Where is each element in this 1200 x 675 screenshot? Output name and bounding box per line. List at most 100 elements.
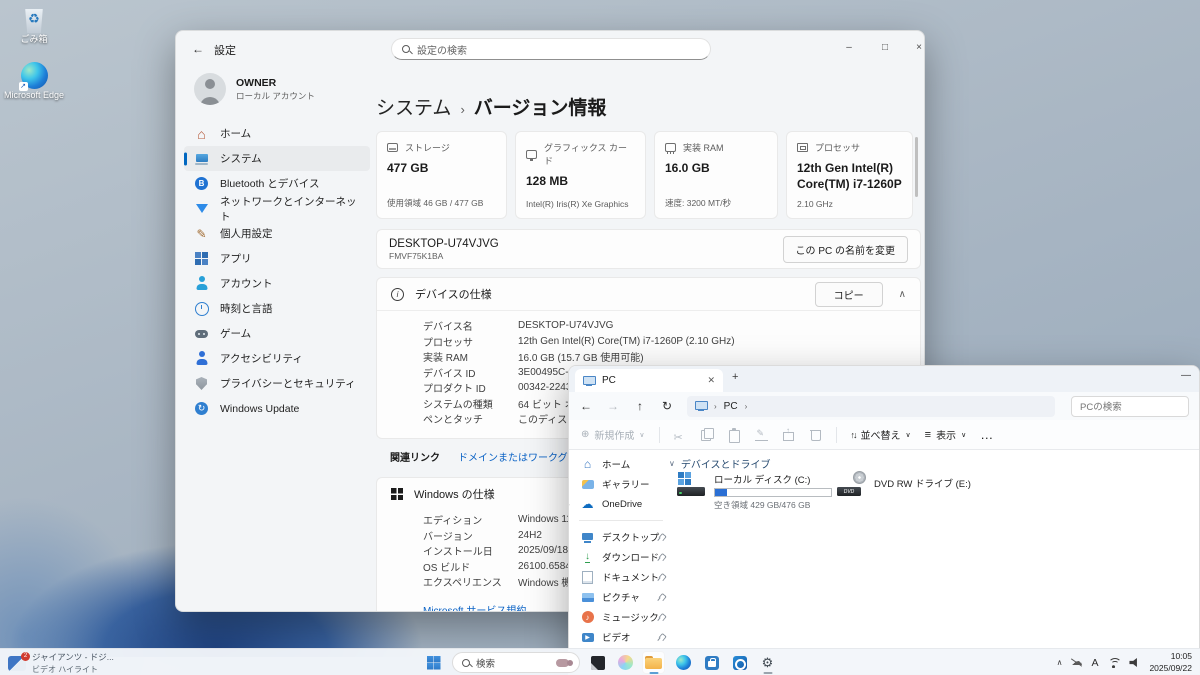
card-gpu: グラフィックス カード 128 MB Intel(R) Iris(R) Xe G… xyxy=(515,131,646,219)
hidden-icons-chevron[interactable]: ∧ xyxy=(1057,658,1063,667)
sidebar-item-accessibility[interactable]: アクセシビリティ xyxy=(184,346,370,371)
expand-chevron-icon[interactable]: › xyxy=(568,500,570,509)
onedrive-icon xyxy=(581,498,594,511)
sidebar-item-downloads[interactable]: ダウンロード xyxy=(573,547,669,567)
copy-icon[interactable] xyxy=(701,428,714,441)
wallpaper-bloom-2 xyxy=(0,405,200,675)
taskbar-file-explorer[interactable] xyxy=(642,651,665,674)
explorer-minimize-button[interactable]: — xyxy=(1181,370,1191,381)
back-icon[interactable]: ← xyxy=(579,399,593,413)
new-tab-button[interactable]: + xyxy=(732,371,738,383)
time-language-icon xyxy=(194,301,209,316)
devices-drives-header[interactable]: ∨ デバイスとドライブ xyxy=(669,456,771,471)
home-icon xyxy=(581,458,594,471)
sidebar-item-pictures[interactable]: ピクチャ xyxy=(573,587,669,607)
start-button[interactable] xyxy=(422,651,445,674)
sidebar-item-apps[interactable]: アプリ xyxy=(184,246,370,271)
onedrive-tray-icon[interactable]: ☁ xyxy=(1071,657,1082,668)
delete-icon[interactable] xyxy=(809,428,822,441)
share-icon[interactable] xyxy=(782,428,795,441)
maximize-button[interactable]: □ xyxy=(872,39,898,57)
new-item-button[interactable]: ⊕ 新規作成 ∨ xyxy=(581,427,645,442)
device-model: FMVF75K1BA xyxy=(389,251,499,261)
desktop-icon-label: Microsoft Edge xyxy=(2,91,66,101)
taskbar-edge[interactable] xyxy=(672,651,695,674)
sidebar-item-windows-update[interactable]: Windows Update xyxy=(184,396,370,421)
ime-indicator[interactable]: A xyxy=(1091,657,1098,669)
sidebar-item-system[interactable]: システム xyxy=(184,146,370,171)
taskbar-outlook[interactable] xyxy=(728,651,751,674)
sidebar-item-videos[interactable]: ビデオ xyxy=(573,627,669,647)
sort-button[interactable]: ↑↓ 並べ替え ∨ xyxy=(851,427,911,442)
sort-icon: ↑↓ xyxy=(851,430,856,440)
taskbar-search-input[interactable]: 検索 xyxy=(452,652,580,673)
scrollbar[interactable] xyxy=(915,137,918,197)
volume-icon[interactable] xyxy=(1129,658,1140,667)
sidebar-item-accounts[interactable]: アカウント xyxy=(184,271,370,296)
sidebar-item-network[interactable]: ネットワークとインターネット xyxy=(184,196,370,221)
chevron-up-icon[interactable]: ∧ xyxy=(899,289,906,300)
device-name-panel: DESKTOP-U74VJVG FMVF75K1BA この PC の名前を変更 xyxy=(376,229,921,269)
drive-usage-bar xyxy=(714,488,832,497)
divider xyxy=(659,427,660,443)
sidebar-item-time-language[interactable]: 時刻と言語 xyxy=(184,296,370,321)
windows-update-icon xyxy=(194,401,209,416)
accessibility-icon xyxy=(194,351,209,366)
close-button[interactable]: × xyxy=(906,39,925,57)
taskbar-store[interactable] xyxy=(700,651,723,674)
sidebar-item-desktop[interactable]: デスクトップ xyxy=(573,527,669,547)
explorer-search-input[interactable]: PCの検索 xyxy=(1071,396,1189,417)
explorer-toolbar: ⊕ 新規作成 ∨ ↑↓ 並べ替え ∨ ≡ 表示 ∨ … xyxy=(569,420,1199,450)
taskbar-copilot[interactable] xyxy=(614,651,637,674)
personalization-icon xyxy=(194,226,209,241)
dvd-drive-tile[interactable]: DVD RW ドライブ (E:) xyxy=(837,472,971,496)
explorer-tab-pc[interactable]: PC ✕ xyxy=(575,369,723,392)
desktop-icon-edge[interactable]: ↗ Microsoft Edge xyxy=(2,62,66,101)
sidebar-item-documents[interactable]: ドキュメント xyxy=(573,567,669,587)
sidebar-item-gallery[interactable]: ギャラリー xyxy=(573,474,669,494)
sidebar-item-bluetooth[interactable]: Bluetooth とデバイス xyxy=(184,171,370,196)
view-button[interactable]: ≡ 表示 ∨ xyxy=(925,427,967,442)
settings-titlebar: ← 設定 設定の検索 – □ × xyxy=(176,31,924,67)
sidebar-item-privacy[interactable]: プライバシーとセキュリティ xyxy=(184,371,370,396)
up-icon[interactable]: ↑ xyxy=(633,399,647,413)
user-account[interactable]: OWNER ローカル アカウント xyxy=(194,73,315,105)
sidebar-item-music[interactable]: ミュージック xyxy=(573,607,669,627)
breadcrumb-bar[interactable]: › PC › xyxy=(687,396,1055,417)
downloads-icon xyxy=(581,551,594,564)
recycle-bin-icon xyxy=(22,6,46,33)
sidebar-item-gaming[interactable]: ゲーム xyxy=(184,321,370,346)
rename-pc-button[interactable]: この PC の名前を変更 xyxy=(783,236,908,263)
breadcrumb-separator-icon: › xyxy=(745,402,748,411)
taskbar-app-dark[interactable] xyxy=(586,651,609,674)
search-highlight-image xyxy=(556,657,573,669)
more-options-icon[interactable]: … xyxy=(980,432,994,438)
sidebar-item-onedrive[interactable]: ›OneDrive xyxy=(573,494,669,514)
widgets-button[interactable]: 2 ジャイアンツ - ドジ... ビデオ ハイライト xyxy=(8,651,114,675)
settings-search-input[interactable]: 設定の検索 xyxy=(391,38,711,60)
system-tray: ∧ ☁ A 10:05 2025/09/22 xyxy=(1057,649,1200,675)
desktop-icon-recycle-bin[interactable]: ごみ箱 xyxy=(2,6,66,45)
gaming-icon xyxy=(194,326,209,341)
sidebar-item-home[interactable]: ホーム xyxy=(184,121,370,146)
paste-icon[interactable] xyxy=(728,428,741,441)
refresh-icon[interactable]: ↻ xyxy=(660,399,674,413)
sidebar-item-home[interactable]: ホーム xyxy=(573,454,669,474)
drive-c-tile[interactable]: ローカル ディスク (C:) 空き領域 429 GB/476 GB xyxy=(677,472,832,511)
cut-icon[interactable] xyxy=(674,428,687,441)
sidebar-item-personalization[interactable]: 個人用設定 xyxy=(184,221,370,246)
rename-icon[interactable] xyxy=(755,428,768,441)
device-spec-header[interactable]: i デバイスの仕様 コピー ∧ xyxy=(377,278,920,310)
minimize-button[interactable]: – xyxy=(836,39,862,57)
breadcrumb-system[interactable]: システム xyxy=(376,93,451,120)
forward-icon[interactable]: → xyxy=(606,399,620,413)
pc-icon xyxy=(583,376,595,386)
apps-icon xyxy=(194,251,209,266)
tab-close-icon[interactable]: ✕ xyxy=(707,375,715,386)
wifi-icon[interactable] xyxy=(1107,658,1120,668)
taskbar-settings[interactable]: ⚙ xyxy=(756,651,779,674)
copy-button[interactable]: コピー xyxy=(815,282,883,307)
back-button[interactable]: ← xyxy=(188,40,208,58)
breadcrumb-pc[interactable]: PC xyxy=(724,401,738,412)
clock[interactable]: 10:05 2025/09/22 xyxy=(1149,651,1192,673)
